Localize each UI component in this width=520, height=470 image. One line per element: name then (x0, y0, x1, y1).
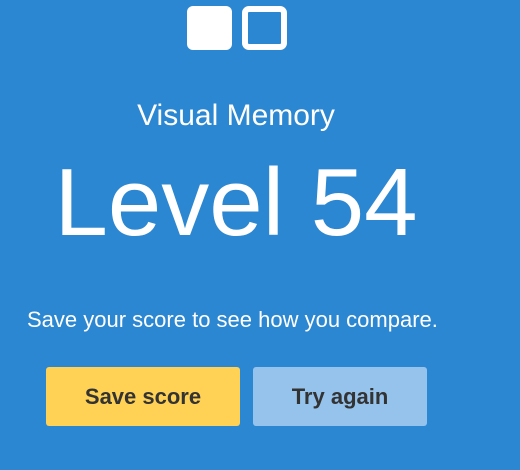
filled-square-icon (187, 6, 232, 50)
level-result: Level 54 (54, 149, 418, 256)
visual-memory-logo-icon (187, 6, 287, 50)
try-again-button[interactable]: Try again (253, 367, 427, 426)
outline-square-icon (242, 6, 287, 50)
save-score-button[interactable]: Save score (46, 367, 240, 426)
save-score-prompt: Save your score to see how you compare. (27, 307, 438, 332)
test-title: Visual Memory (137, 99, 335, 132)
